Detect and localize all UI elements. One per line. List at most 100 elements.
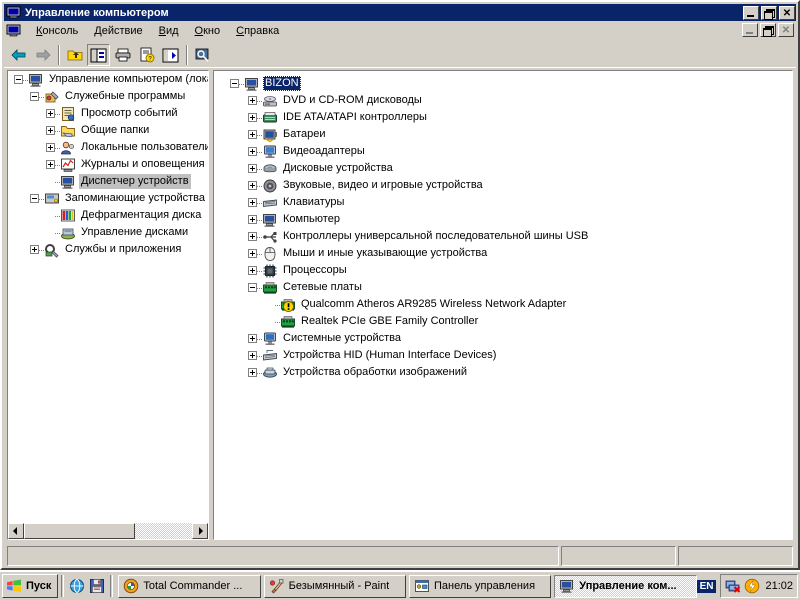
- taskbar-task-button[interactable]: Управление ком...: [554, 574, 697, 598]
- tree-item[interactable]: Управление компьютером (локальным): [8, 71, 208, 88]
- start-button[interactable]: Пуск: [2, 574, 59, 598]
- tree-item[interactable]: DVD и CD-ROM дисководы: [214, 92, 792, 109]
- close-button[interactable]: ✕: [779, 5, 795, 20]
- console-icon[interactable]: [6, 23, 22, 39]
- maximize-button[interactable]: [761, 5, 777, 20]
- console-tree[interactable]: Управление компьютером (локальным) Служеб…: [8, 71, 208, 522]
- tree-item[interactable]: Диспетчер устройств: [8, 173, 208, 190]
- print-button[interactable]: [111, 44, 134, 66]
- taskbar-task-button[interactable]: Total Commander ...: [118, 574, 261, 598]
- window-titlebar: Управление компьютером ✕: [4, 4, 796, 21]
- tree-item[interactable]: Qualcomm Atheros AR9285 Wireless Network…: [214, 296, 792, 313]
- menu-view[interactable]: Вид: [151, 23, 187, 39]
- menu-console[interactable]: Консоль: [28, 23, 86, 39]
- collapse-node-button[interactable]: [30, 194, 39, 203]
- collapse-node-button[interactable]: [14, 75, 23, 84]
- tree-item-label: Мыши и иные указывающие устройства: [283, 247, 488, 259]
- keyboard-icon: [262, 195, 278, 211]
- tree-item[interactable]: Устройства HID (Human Interface Devices): [214, 347, 792, 364]
- collapse-node-button[interactable]: [30, 92, 39, 101]
- scroll-left-button[interactable]: [8, 523, 24, 539]
- tree-item[interactable]: Устройства обработки изображений: [214, 364, 792, 381]
- tree-item[interactable]: Клавиатуры: [214, 194, 792, 211]
- menu-window[interactable]: Окно: [187, 23, 229, 39]
- computer-icon: [28, 72, 44, 88]
- computer-icon: [6, 6, 22, 20]
- tree-item[interactable]: Запоминающие устройства: [8, 190, 208, 207]
- tree-item[interactable]: Мыши и иные указывающие устройства: [214, 245, 792, 262]
- tree-item[interactable]: Просмотр событий: [8, 105, 208, 122]
- tree-item[interactable]: Процессоры: [214, 262, 792, 279]
- expand-node-button[interactable]: [248, 266, 257, 275]
- tree-item[interactable]: Управление дисками: [8, 224, 208, 241]
- tree-item[interactable]: Служебные программы: [8, 88, 208, 105]
- expand-node-button[interactable]: [248, 181, 257, 190]
- expand-node-button[interactable]: [248, 164, 257, 173]
- tree-item[interactable]: Видеоадаптеры: [214, 143, 792, 160]
- mouse-icon: [264, 246, 276, 261]
- tree-item[interactable]: Локальные пользователи и группы: [8, 139, 208, 156]
- language-indicator[interactable]: EN: [696, 579, 717, 593]
- expand-node-button[interactable]: [248, 215, 257, 224]
- tree-item[interactable]: BIZON: [214, 75, 792, 92]
- expand-node-button[interactable]: [248, 130, 257, 139]
- quicklaunch-browser[interactable]: [67, 575, 87, 597]
- clock[interactable]: 21:02: [763, 580, 793, 592]
- expand-node-button[interactable]: [248, 147, 257, 156]
- collapse-node-button[interactable]: [230, 79, 239, 88]
- tree-item[interactable]: Общие папки: [8, 122, 208, 139]
- menu-action[interactable]: Действие: [86, 23, 150, 39]
- up-one-level-button[interactable]: [63, 44, 86, 66]
- tree-item[interactable]: Контроллеры универсальной последовательн…: [214, 228, 792, 245]
- expand-node-button[interactable]: [30, 245, 39, 254]
- expand-node-button[interactable]: [248, 334, 257, 343]
- show-hide-tree-button[interactable]: [87, 44, 110, 66]
- back-button[interactable]: [7, 44, 30, 66]
- mdi-child-window-controls: ✕: [742, 23, 794, 37]
- child-minimize-button[interactable]: [742, 23, 758, 37]
- power-icon[interactable]: [744, 578, 760, 594]
- tree-item[interactable]: Службы и приложения: [8, 241, 208, 258]
- expand-node-button[interactable]: [46, 126, 55, 135]
- tree-item[interactable]: Журналы и оповещения производительности: [8, 156, 208, 173]
- expand-node-button[interactable]: [248, 351, 257, 360]
- expand-node-button[interactable]: [46, 160, 55, 169]
- quicklaunch-save[interactable]: [87, 575, 107, 597]
- tree-item-label: Сетевые платы: [283, 281, 362, 293]
- scroll-thumb[interactable]: [24, 523, 135, 539]
- tree-item[interactable]: Системные устройства: [214, 330, 792, 347]
- collapse-node-button[interactable]: [248, 283, 257, 292]
- expand-node-button[interactable]: [248, 113, 257, 122]
- expand-node-button[interactable]: [46, 143, 55, 152]
- tree-item[interactable]: Дисковые устройства: [214, 160, 792, 177]
- tree-item[interactable]: Звуковые, видео и игровые устройства: [214, 177, 792, 194]
- console-tree-hscrollbar[interactable]: [8, 523, 208, 539]
- expand-node-button[interactable]: [248, 368, 257, 377]
- tree-item[interactable]: Компьютер: [214, 211, 792, 228]
- child-restore-button[interactable]: [760, 23, 776, 37]
- expand-node-button[interactable]: [248, 249, 257, 258]
- child-close-button[interactable]: ✕: [778, 23, 794, 37]
- network-disconnected-icon[interactable]: [725, 578, 741, 594]
- tree-item[interactable]: Батареи: [214, 126, 792, 143]
- hid-device-icon: [262, 348, 278, 364]
- menu-help[interactable]: Справка: [228, 23, 287, 39]
- help-button[interactable]: [191, 44, 214, 66]
- taskbar-task-button[interactable]: Безымянный - Paint: [263, 574, 406, 598]
- forward-button[interactable]: [31, 44, 54, 66]
- tree-item[interactable]: Realtek PCIe GBE Family Controller: [214, 313, 792, 330]
- refresh-scan-button[interactable]: [159, 44, 182, 66]
- tree-item[interactable]: IDE ATA/ATAPI контроллеры: [214, 109, 792, 126]
- scroll-track[interactable]: [24, 523, 192, 539]
- taskbar-task-button[interactable]: Панель управления: [408, 574, 552, 598]
- device-tree[interactable]: BIZON DVD и CD-ROM дисководы IDE ATA/ATAPI…: [214, 75, 792, 539]
- expand-node-button[interactable]: [248, 198, 257, 207]
- scroll-right-button[interactable]: [192, 523, 208, 539]
- tree-item[interactable]: Сетевые платы: [214, 279, 792, 296]
- properties-button[interactable]: ?: [135, 44, 158, 66]
- expand-node-button[interactable]: [46, 109, 55, 118]
- tree-item[interactable]: Дефрагментация диска: [8, 207, 208, 224]
- expand-node-button[interactable]: [248, 232, 257, 241]
- minimize-button[interactable]: [743, 5, 759, 20]
- expand-node-button[interactable]: [248, 96, 257, 105]
